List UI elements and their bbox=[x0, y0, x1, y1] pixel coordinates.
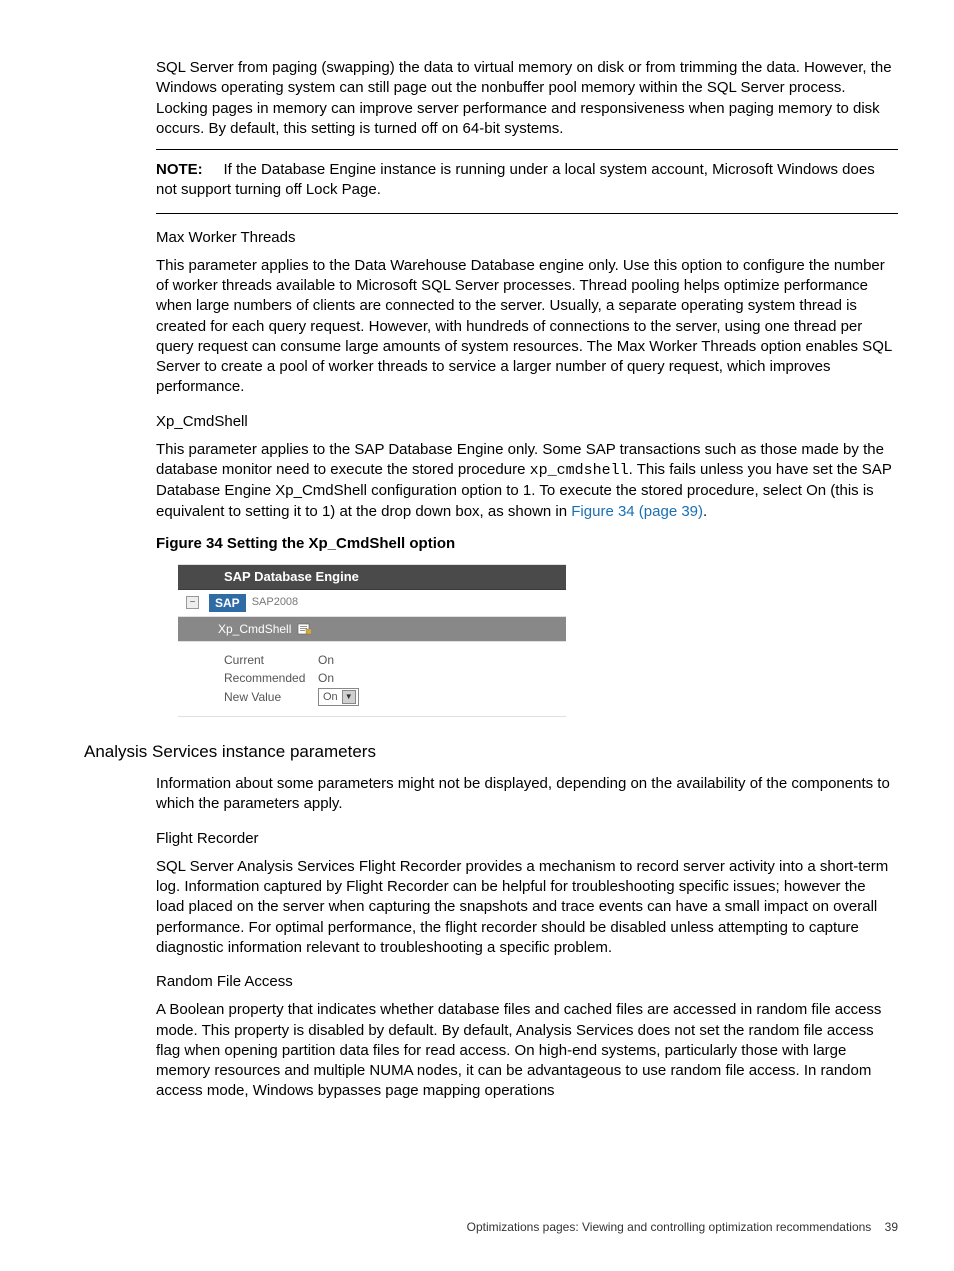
note-text: If the Database Engine instance is runni… bbox=[156, 161, 875, 198]
param-row-newvalue: New Value On ▼ bbox=[224, 688, 566, 706]
newvalue-select[interactable]: On ▼ bbox=[318, 688, 359, 706]
param-recommended-label: Recommended bbox=[224, 670, 318, 686]
xp-para-end: . bbox=[703, 503, 707, 520]
figure-34: SAP Database Engine − SAP SAP2008 Xp_Cmd… bbox=[178, 564, 566, 717]
param-row-current: Current On bbox=[224, 652, 566, 668]
sap-instance-name: SAP2008 bbox=[252, 595, 298, 610]
random-file-heading: Random File Access bbox=[156, 972, 898, 992]
figure-header: SAP Database Engine bbox=[178, 564, 566, 590]
figure-link[interactable]: Figure 34 (page 39) bbox=[571, 503, 703, 520]
xp-mono-term: xp_cmdshell bbox=[530, 462, 629, 479]
param-row-recommended: Recommended On bbox=[224, 670, 566, 686]
collapse-icon[interactable]: − bbox=[186, 596, 199, 609]
chevron-down-icon[interactable]: ▼ bbox=[342, 690, 356, 704]
param-recommended-value: On bbox=[318, 670, 334, 686]
note-rule-bottom bbox=[156, 213, 898, 214]
sap-logo: SAP bbox=[209, 594, 246, 612]
note-label: NOTE: bbox=[156, 161, 203, 178]
analysis-paragraph: Information about some parameters might … bbox=[156, 774, 898, 815]
xp-cmdshell-heading: Xp_CmdShell bbox=[156, 412, 898, 432]
footer-text: Optimizations pages: Viewing and control… bbox=[467, 1220, 872, 1234]
page-footer: Optimizations pages: Viewing and control… bbox=[467, 1219, 898, 1235]
param-current-label: Current bbox=[224, 652, 318, 668]
notes-icon[interactable] bbox=[297, 623, 311, 635]
note-box: NOTE: If the Database Engine instance is… bbox=[156, 149, 898, 214]
figure-caption: Figure 34 Setting the Xp_CmdShell option bbox=[156, 534, 898, 554]
xp-cmdshell-row[interactable]: Xp_CmdShell bbox=[178, 617, 566, 642]
analysis-heading: Analysis Services instance parameters bbox=[84, 741, 898, 764]
footer-page-number: 39 bbox=[885, 1220, 898, 1234]
max-worker-heading: Max Worker Threads bbox=[156, 228, 898, 248]
param-block: Current On Recommended On New Value On ▼ bbox=[178, 642, 566, 717]
flight-recorder-paragraph: SQL Server Analysis Services Flight Reco… bbox=[156, 857, 898, 958]
sap-instance-row[interactable]: − SAP SAP2008 bbox=[178, 590, 566, 617]
param-current-value: On bbox=[318, 652, 334, 668]
param-newvalue-label: New Value bbox=[224, 689, 318, 705]
select-value: On bbox=[323, 690, 338, 705]
note-rule-top bbox=[156, 149, 898, 150]
intro-paragraph: SQL Server from paging (swapping) the da… bbox=[156, 58, 898, 139]
xp-row-label: Xp_CmdShell bbox=[218, 621, 291, 637]
random-file-paragraph: A Boolean property that indicates whethe… bbox=[156, 1000, 898, 1101]
xp-cmdshell-paragraph: This parameter applies to the SAP Databa… bbox=[156, 440, 898, 522]
flight-recorder-heading: Flight Recorder bbox=[156, 829, 898, 849]
max-worker-paragraph: This parameter applies to the Data Wareh… bbox=[156, 256, 898, 398]
